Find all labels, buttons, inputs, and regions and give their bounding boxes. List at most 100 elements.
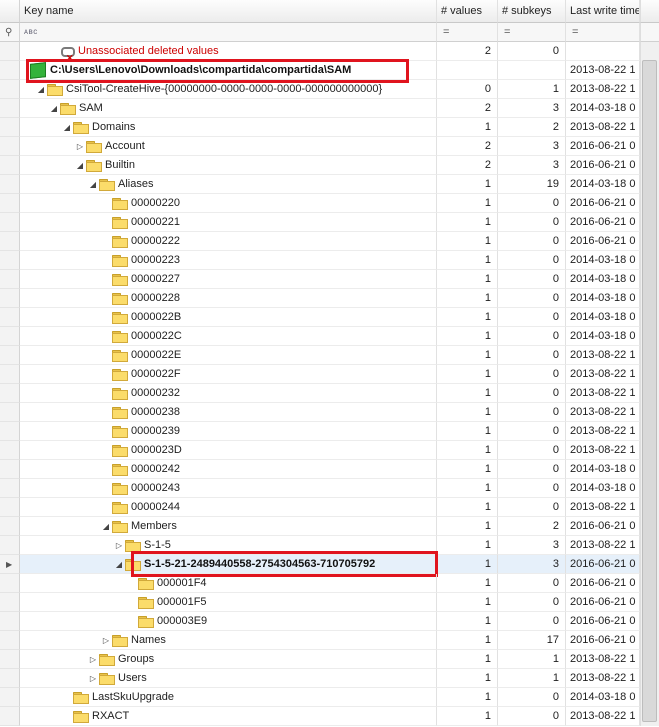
tree-row[interactable]: 0000022B 1 0 2014-03-18 0 <box>0 308 659 327</box>
key-name-cell[interactable]: 00000223 <box>20 251 437 270</box>
folder-icon <box>112 311 128 324</box>
key-name-cell[interactable]: ◢ CsiTool-CreateHive-{00000000-0000-0000-… <box>20 80 437 99</box>
pin-icon[interactable]: ⚲ <box>5 23 12 41</box>
last-write-cell: 2013-08-22 1 <box>566 707 640 726</box>
tree-row[interactable]: 00000221 1 0 2016-06-21 0 <box>0 213 659 232</box>
tree-row[interactable]: C:\Users\Lenovo\Downloads\compartida\com… <box>0 61 659 80</box>
key-name-cell[interactable]: 00000243 <box>20 479 437 498</box>
collapse-arrow-icon[interactable]: ◢ <box>113 555 125 573</box>
tree-row[interactable]: 000001F4 1 0 2016-06-21 0 <box>0 574 659 593</box>
key-name-cell[interactable]: ◢ Domains <box>20 118 437 137</box>
collapse-arrow-icon[interactable]: ◢ <box>100 517 112 535</box>
tree-row[interactable]: ▷ Groups 1 1 2013-08-22 1 <box>0 650 659 669</box>
tree-row[interactable]: ▷ S-1-5 1 3 2013-08-22 1 <box>0 536 659 555</box>
tree-row[interactable]: ▶ ◢ S-1-5-21-2489440558-2754304563-7107057… <box>0 555 659 574</box>
key-name-cell[interactable]: 00000244 <box>20 498 437 517</box>
tree-row[interactable]: 00000232 1 0 2013-08-22 1 <box>0 384 659 403</box>
collapse-arrow-icon[interactable]: ◢ <box>87 175 99 193</box>
time-filter-input[interactable]: = <box>566 23 640 42</box>
key-name-cell[interactable]: ◢ S-1-5-21-2489440558-2754304563-71070579… <box>20 555 437 574</box>
tree-row[interactable]: 0000022C 1 0 2014-03-18 0 <box>0 327 659 346</box>
tree-row[interactable]: ▷ Names 1 17 2016-06-21 0 <box>0 631 659 650</box>
key-name-cell[interactable]: ◢ Builtin <box>20 156 437 175</box>
key-name-cell[interactable]: 0000022F <box>20 365 437 384</box>
tree-row[interactable]: 000003E9 1 0 2016-06-21 0 <box>0 612 659 631</box>
tree-row[interactable]: 00000243 1 0 2014-03-18 0 <box>0 479 659 498</box>
key-name-cell[interactable]: 000001F4 <box>20 574 437 593</box>
tree-row[interactable]: ◢ SAM 2 3 2014-03-18 0 <box>0 99 659 118</box>
key-name-cell[interactable]: Unassociated deleted values <box>20 42 437 61</box>
key-name-cell[interactable]: 00000232 <box>20 384 437 403</box>
tree-row[interactable]: 00000244 1 0 2013-08-22 1 <box>0 498 659 517</box>
key-name-cell[interactable]: 00000227 <box>20 270 437 289</box>
scrollbar-thumb[interactable] <box>642 60 657 722</box>
tree-row[interactable]: 000001F5 1 0 2016-06-21 0 <box>0 593 659 612</box>
tree-row[interactable]: ◢ Domains 1 2 2013-08-22 1 <box>0 118 659 137</box>
tree-row[interactable]: 00000238 1 0 2013-08-22 1 <box>0 403 659 422</box>
expand-arrow-icon[interactable]: ▷ <box>87 650 99 668</box>
folder-icon <box>112 254 128 267</box>
tree-row[interactable]: 00000220 1 0 2016-06-21 0 <box>0 194 659 213</box>
tree-row[interactable]: 0000023D 1 0 2013-08-22 1 <box>0 441 659 460</box>
key-name-cell[interactable]: ▷ Groups <box>20 650 437 669</box>
tree-row[interactable]: Unassociated deleted values 20 <box>0 42 659 61</box>
tree-row[interactable]: 0000022F 1 0 2013-08-22 1 <box>0 365 659 384</box>
tree-row[interactable]: 00000227 1 0 2014-03-18 0 <box>0 270 659 289</box>
key-name-cell[interactable]: ▷ Account <box>20 137 437 156</box>
values-filter-input[interactable]: = <box>437 23 498 42</box>
expand-arrow-icon[interactable]: ▷ <box>87 669 99 687</box>
expand-arrow-icon[interactable]: ▷ <box>74 137 86 155</box>
key-name-cell[interactable]: 00000222 <box>20 232 437 251</box>
key-name-cell[interactable]: C:\Users\Lenovo\Downloads\compartida\com… <box>20 61 437 80</box>
key-name-cell[interactable]: ◢ SAM <box>20 99 437 118</box>
tree-row[interactable]: ▷ Users 1 1 2013-08-22 1 <box>0 669 659 688</box>
tree-row[interactable]: 00000242 1 0 2014-03-18 0 <box>0 460 659 479</box>
key-name-cell[interactable]: LastSkuUpgrade <box>20 688 437 707</box>
scrollbar-track[interactable] <box>640 42 659 61</box>
subkeys-count-cell: 0 <box>498 460 566 479</box>
collapse-arrow-icon[interactable]: ◢ <box>61 118 73 136</box>
key-name-cell[interactable]: 00000228 <box>20 289 437 308</box>
subkeys-filter-input[interactable]: = <box>498 23 566 42</box>
tree-row[interactable]: ◢ Builtin 2 3 2016-06-21 0 <box>0 156 659 175</box>
key-name-cell[interactable]: 0000023D <box>20 441 437 460</box>
tree-row[interactable]: ◢ CsiTool-CreateHive-{00000000-0000-0000-… <box>0 80 659 99</box>
expand-arrow-icon[interactable]: ▷ <box>113 536 125 554</box>
collapse-arrow-icon[interactable]: ◢ <box>35 80 47 98</box>
key-name-cell[interactable]: ◢ Members <box>20 517 437 536</box>
tree-row[interactable]: ◢ Aliases 1 19 2014-03-18 0 <box>0 175 659 194</box>
collapse-arrow-icon[interactable]: ◢ <box>74 156 86 174</box>
tree-row[interactable]: 00000223 1 0 2014-03-18 0 <box>0 251 659 270</box>
key-name-cell[interactable]: RXACT <box>20 707 437 726</box>
key-name-cell[interactable]: 000001F5 <box>20 593 437 612</box>
column-header-key-name[interactable]: Key name <box>20 0 437 23</box>
key-name-cell[interactable]: 00000220 <box>20 194 437 213</box>
tree-row[interactable]: 00000222 1 0 2016-06-21 0 <box>0 232 659 251</box>
tree-row[interactable]: ▷ Account 2 3 2016-06-21 0 <box>0 137 659 156</box>
key-name-cell[interactable]: 00000221 <box>20 213 437 232</box>
key-name-cell[interactable]: ◢ Aliases <box>20 175 437 194</box>
key-name-cell[interactable]: 0000022E <box>20 346 437 365</box>
column-header-last-write[interactable]: Last write timesta <box>566 0 640 23</box>
key-name-cell[interactable]: 000003E9 <box>20 612 437 631</box>
column-header-subkeys[interactable]: # subkeys <box>498 0 566 23</box>
tree-row[interactable]: ◢ Members 1 2 2016-06-21 0 <box>0 517 659 536</box>
tree-row[interactable]: 00000228 1 0 2014-03-18 0 <box>0 289 659 308</box>
tree-row[interactable]: RXACT 1 0 2013-08-22 1 <box>0 707 659 726</box>
key-name-cell[interactable]: ▷ S-1-5 <box>20 536 437 555</box>
key-name-cell[interactable]: 00000238 <box>20 403 437 422</box>
key-name-cell[interactable]: 00000242 <box>20 460 437 479</box>
tree-row[interactable]: LastSkuUpgrade 1 0 2014-03-18 0 <box>0 688 659 707</box>
tree-row[interactable]: 0000022E 1 0 2013-08-22 1 <box>0 346 659 365</box>
key-name-cell[interactable]: 0000022C <box>20 327 437 346</box>
collapse-arrow-icon[interactable]: ◢ <box>48 99 60 117</box>
key-name-cell[interactable]: 0000022B <box>20 308 437 327</box>
expand-arrow-icon[interactable]: ▷ <box>100 631 112 649</box>
key-filter-input[interactable]: ᴀʙc <box>20 23 437 42</box>
column-header-values[interactable]: # values <box>437 0 498 23</box>
folder-icon <box>112 216 128 229</box>
key-name-cell[interactable]: 00000239 <box>20 422 437 441</box>
tree-row[interactable]: 00000239 1 0 2013-08-22 1 <box>0 422 659 441</box>
key-name-cell[interactable]: ▷ Users <box>20 669 437 688</box>
key-name-cell[interactable]: ▷ Names <box>20 631 437 650</box>
